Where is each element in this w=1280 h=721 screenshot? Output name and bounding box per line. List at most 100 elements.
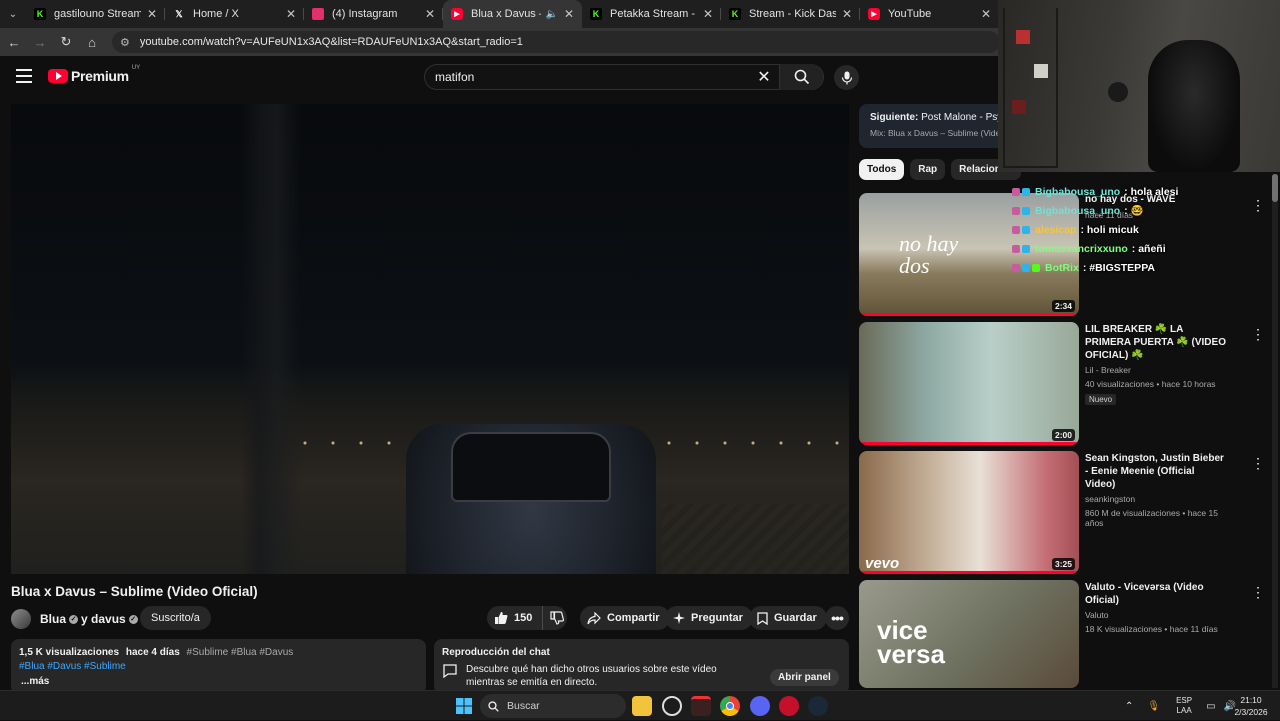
show-more-link[interactable]: ...más bbox=[21, 676, 418, 687]
subscribed-button[interactable]: Suscrito/a bbox=[140, 606, 211, 630]
like-button[interactable]: 150 bbox=[487, 606, 544, 630]
chat-message: tomassancrixxuno: añeñi bbox=[1012, 239, 1272, 258]
video-thumbnail[interactable]: 2:00 bbox=[859, 322, 1079, 445]
menu-icon[interactable] bbox=[16, 69, 32, 83]
chrome-icon[interactable] bbox=[720, 696, 740, 716]
video-thumbnail[interactable]: vevo 3:25 bbox=[859, 451, 1079, 574]
chat-username: Bigbabousa_uno bbox=[1035, 185, 1121, 198]
youtube-header: Premium UY matifon ✕ bbox=[0, 56, 1000, 100]
browser-tab[interactable]: Kgastilouno Stream - Watch ✕ bbox=[26, 0, 165, 28]
system-clock[interactable]: 21:10 2/3/2026 bbox=[1228, 694, 1274, 718]
hashtag-links[interactable]: #Blua #Davus #Sublime bbox=[19, 661, 418, 672]
browser-tab[interactable]: (4) Instagram ✕ bbox=[304, 0, 443, 28]
steam-icon[interactable] bbox=[808, 696, 828, 716]
browser-tab-strip: ⌄ Kgastilouno Stream - Watch✕𝕏Home / X✕(… bbox=[0, 0, 1000, 28]
country-code: UY bbox=[131, 65, 141, 71]
taskbar-search[interactable]: Buscar bbox=[480, 694, 626, 718]
description-tags: #Sublime #Blua #Davus bbox=[186, 647, 294, 658]
video-player[interactable] bbox=[11, 104, 849, 574]
more-options-icon[interactable]: ⋮ bbox=[1251, 326, 1265, 343]
save-button[interactable]: Guardar bbox=[749, 606, 827, 630]
browser-tab[interactable]: K Petakka Stream - Watch L ✕ bbox=[582, 0, 721, 28]
browser-tab[interactable]: ▶ Blua x Davus – Sublime 🔈 ✕ bbox=[443, 0, 582, 28]
filter-chip[interactable]: Todos bbox=[859, 159, 905, 180]
microphone-tray-icon[interactable]: 🎙 bbox=[1147, 701, 1160, 712]
lang-top: ESP bbox=[1176, 696, 1193, 705]
browser-tab[interactable]: K Stream - Kick Dashboard ✕ bbox=[721, 0, 860, 28]
youtube-premium-logo[interactable]: Premium UY bbox=[48, 65, 141, 84]
channel-name[interactable]: seankingston bbox=[1085, 494, 1227, 504]
chat-text: : añeñi bbox=[1131, 242, 1166, 255]
ask-label: Preguntar bbox=[691, 612, 743, 624]
app-icon[interactable] bbox=[691, 696, 711, 716]
channel-joiner[interactable]: y davus bbox=[81, 612, 126, 626]
file-explorer-icon[interactable] bbox=[632, 696, 652, 716]
app-icon[interactable] bbox=[662, 696, 682, 716]
chevron-up-icon[interactable]: ⌃ bbox=[1125, 701, 1133, 712]
save-label: Guardar bbox=[774, 612, 817, 624]
back-icon[interactable]: ← bbox=[2, 30, 26, 54]
watch-progress-bar bbox=[859, 313, 1079, 316]
youtube-icon: ▶ bbox=[868, 8, 880, 20]
recommended-video[interactable]: vevo 3:25 Sean Kingston, Justin Bieber - E… bbox=[859, 451, 1280, 574]
browser-tab[interactable]: 𝕏 Home / X ✕ bbox=[165, 0, 304, 28]
forward-icon[interactable]: → bbox=[28, 30, 52, 54]
search-button[interactable] bbox=[779, 64, 823, 90]
scrollbar-thumb[interactable] bbox=[1272, 174, 1278, 202]
discord-icon[interactable] bbox=[750, 696, 770, 716]
chat-message: BotRix: #BIGSTEPPA bbox=[1012, 258, 1272, 277]
channel-name[interactable]: Blua bbox=[40, 612, 66, 626]
more-options-icon[interactable]: ⋮ bbox=[1251, 455, 1265, 472]
chat-message: Bigbabousa_uno: 🤓 bbox=[1012, 201, 1272, 220]
share-button[interactable]: Compartir bbox=[580, 606, 670, 630]
close-tab-icon[interactable]: ✕ bbox=[147, 7, 157, 21]
windows-start-icon[interactable] bbox=[454, 696, 474, 716]
tab-search-menu-icon[interactable]: ⌄ bbox=[0, 0, 26, 28]
clear-search-icon[interactable]: ✕ bbox=[749, 67, 779, 87]
close-tab-icon[interactable]: ✕ bbox=[703, 7, 713, 21]
recommended-video[interactable]: vice versa Valuto - Vicevərsa (Video Ofic… bbox=[859, 580, 1280, 688]
dislike-button[interactable] bbox=[543, 611, 570, 625]
channel-row: Blua ✓ y davus ✓ bbox=[11, 607, 141, 631]
video-thumbnail[interactable]: vice versa bbox=[859, 580, 1079, 688]
description-box[interactable]: 1,5 K visualizaciones hace 4 días #Subli… bbox=[11, 639, 426, 694]
close-tab-icon[interactable]: ✕ bbox=[425, 7, 435, 21]
more-options-icon[interactable]: ⋮ bbox=[1251, 584, 1265, 601]
ask-button[interactable]: Preguntar bbox=[665, 606, 753, 630]
close-tab-icon[interactable]: ✕ bbox=[981, 7, 991, 21]
video-meta: 40 visualizaciones • hace 10 horas bbox=[1085, 379, 1227, 389]
channel-avatar[interactable] bbox=[11, 609, 31, 629]
close-tab-icon[interactable]: ✕ bbox=[286, 7, 296, 21]
video-title[interactable]: Valuto - Vicevərsa (Video Oficial) bbox=[1085, 581, 1227, 607]
page-scrollbar[interactable] bbox=[1272, 174, 1278, 688]
address-bar[interactable]: ⚙ youtube.com/watch?v=AUFeUN1x3AQ&list=R… bbox=[112, 31, 1000, 53]
speaker-icon[interactable]: 🔈 bbox=[545, 9, 557, 20]
language-indicator[interactable]: ESP LAA bbox=[1176, 696, 1192, 716]
close-tab-icon[interactable]: ✕ bbox=[564, 7, 574, 21]
home-icon[interactable]: ⌂ bbox=[80, 30, 104, 54]
chat-replay-text: Descubre qué han dicho otros usuarios so… bbox=[466, 664, 717, 688]
video-title[interactable]: Sean Kingston, Justin Bieber - Eenie Mee… bbox=[1085, 452, 1227, 491]
watch-progress-bar bbox=[859, 442, 1079, 445]
chat-username: Bigbabousa_uno bbox=[1035, 204, 1121, 217]
video-title[interactable]: LIL BREAKER ☘️ LA PRIMERA PUERTA ☘️ (VID… bbox=[1085, 323, 1227, 362]
network-icon[interactable]: ▭ bbox=[1206, 701, 1215, 712]
open-panel-button[interactable]: Abrir panel bbox=[770, 669, 839, 686]
channel-name[interactable]: Valuto bbox=[1085, 610, 1227, 620]
recommended-video[interactable]: 2:00 LIL BREAKER ☘️ LA PRIMERA PUERTA ☘️ … bbox=[859, 322, 1280, 445]
filter-chip[interactable]: Rap bbox=[910, 159, 946, 180]
close-tab-icon[interactable]: ✕ bbox=[842, 7, 852, 21]
app-icon[interactable] bbox=[779, 696, 799, 716]
more-actions-button[interactable]: ••• bbox=[825, 606, 849, 630]
search-input[interactable]: matifon bbox=[425, 70, 749, 84]
channel-name[interactable]: Lil - Breaker bbox=[1085, 365, 1227, 375]
chat-badge-icon bbox=[1022, 206, 1030, 215]
youtube-icon: ▶ bbox=[451, 8, 463, 20]
voice-search-button[interactable] bbox=[834, 65, 859, 90]
site-info-icon[interactable]: ⚙ bbox=[120, 36, 130, 49]
chat-username: tomassancrixxuno bbox=[1035, 242, 1128, 255]
browser-tab[interactable]: ▶ YouTube ✕ bbox=[860, 0, 999, 28]
channel-names[interactable]: Blua ✓ y davus ✓ bbox=[40, 612, 141, 626]
reload-icon[interactable]: ↻ bbox=[54, 30, 78, 54]
up-next-card[interactable]: Siguiente: Post Malone - Psych Mix: Blua… bbox=[859, 104, 1019, 148]
